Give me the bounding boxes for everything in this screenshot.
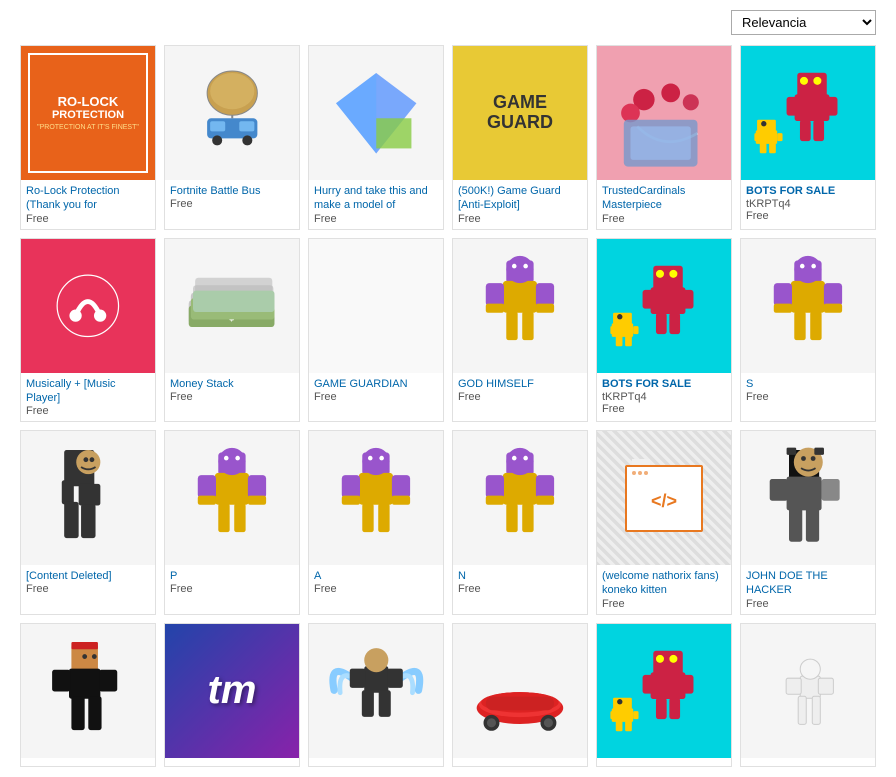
- item-info: [597, 758, 731, 766]
- item-info: AFree: [309, 565, 443, 599]
- item-info: [741, 758, 875, 766]
- model-card[interactable]: Fortnite Battle BusFree: [164, 45, 300, 230]
- model-card[interactable]: [596, 623, 732, 767]
- item-price: Free: [602, 598, 726, 610]
- model-card[interactable]: GAMEGUARD (500K!) Game Guard [Anti-Explo…: [452, 45, 588, 230]
- item-info: [453, 758, 587, 766]
- item-name[interactable]: Ro-Lock Protection (Thank you for: [26, 184, 150, 213]
- item-name[interactable]: P: [170, 569, 294, 583]
- item-price-free: Free: [746, 210, 870, 222]
- item-price: Free: [458, 213, 582, 225]
- item-name[interactable]: (welcome nathorix fans) koneko kitten: [602, 569, 726, 598]
- item-info: Musically + [Music Player]Free: [21, 373, 155, 422]
- model-card[interactable]: [452, 623, 588, 767]
- item-price: Free: [314, 391, 438, 403]
- item-info: [165, 758, 299, 766]
- item-info: JOHN DOE THE HACKERFree: [741, 565, 875, 614]
- item-price: Free: [170, 391, 294, 403]
- sort-select[interactable]: Relevancia Most Visited Most Favorited R…: [731, 10, 876, 35]
- item-name[interactable]: JOHN DOE THE HACKER: [746, 569, 870, 598]
- model-card[interactable]: NFree: [452, 430, 588, 615]
- item-name[interactable]: A: [314, 569, 438, 583]
- model-card[interactable]: GAME GUARDIANFree: [308, 238, 444, 423]
- model-card[interactable]: [Content Deleted]Free: [20, 430, 156, 615]
- model-card[interactable]: [20, 623, 156, 767]
- item-price: tKRPTq4: [602, 391, 726, 403]
- models-grid: RO-LOCK PROTECTION "PROTECTION AT IT'S F…: [20, 45, 876, 767]
- model-card[interactable]: tm: [164, 623, 300, 767]
- item-info: TrustedCardinals MasterpieceFree: [597, 180, 731, 229]
- model-card[interactable]: RO-LOCK PROTECTION "PROTECTION AT IT'S F…: [20, 45, 156, 230]
- model-card[interactable]: $ Money StackFree: [164, 238, 300, 423]
- item-info: SFree: [741, 373, 875, 407]
- model-card[interactable]: GOD HIMSELFFree: [452, 238, 588, 423]
- model-card[interactable]: [308, 623, 444, 767]
- item-price: Free: [746, 391, 870, 403]
- item-price: Free: [26, 405, 150, 417]
- item-name[interactable]: BOTS FOR SALE: [602, 377, 726, 391]
- model-card[interactable]: BOTS FOR SALEtKRPTq4Free: [740, 45, 876, 230]
- item-info: Fortnite Battle BusFree: [165, 180, 299, 214]
- item-info: Money StackFree: [165, 373, 299, 407]
- item-info: PFree: [165, 565, 299, 599]
- item-price: Free: [458, 391, 582, 403]
- item-info: BOTS FOR SALEtKRPTq4Free: [741, 180, 875, 226]
- item-info: GAME GUARDIANFree: [309, 373, 443, 407]
- item-info: NFree: [453, 565, 587, 599]
- item-info: [21, 758, 155, 766]
- model-card[interactable]: JOHN DOE THE HACKERFree: [740, 430, 876, 615]
- item-price: Free: [314, 213, 438, 225]
- model-card[interactable]: AFree: [308, 430, 444, 615]
- item-price: Free: [314, 583, 438, 595]
- item-name[interactable]: N: [458, 569, 582, 583]
- item-price: Free: [458, 583, 582, 595]
- item-name[interactable]: TrustedCardinals Masterpiece: [602, 184, 726, 213]
- item-price: tKRPTq4: [746, 198, 870, 210]
- item-price-free: Free: [602, 403, 726, 415]
- model-card[interactable]: [740, 623, 876, 767]
- item-info: (500K!) Game Guard [Anti-Exploit]Free: [453, 180, 587, 229]
- item-info: Hurry and take this and make a model ofF…: [309, 180, 443, 229]
- model-card[interactable]: BOTS FOR SALEtKRPTq4Free: [596, 238, 732, 423]
- item-name[interactable]: GOD HIMSELF: [458, 377, 582, 391]
- item-info: BOTS FOR SALEtKRPTq4Free: [597, 373, 731, 419]
- item-price: Free: [170, 198, 294, 210]
- item-price: Free: [26, 583, 150, 595]
- item-name[interactable]: Hurry and take this and make a model of: [314, 184, 438, 213]
- item-info: GOD HIMSELFFree: [453, 373, 587, 407]
- item-name[interactable]: GAME GUARDIAN: [314, 377, 438, 391]
- model-card[interactable]: TrustedCardinals MasterpieceFree: [596, 45, 732, 230]
- item-name[interactable]: [Content Deleted]: [26, 569, 150, 583]
- item-price: Free: [26, 213, 150, 225]
- item-info: [Content Deleted]Free: [21, 565, 155, 599]
- model-card[interactable]: Musically + [Music Player]Free: [20, 238, 156, 423]
- item-name[interactable]: Fortnite Battle Bus: [170, 184, 294, 198]
- model-card[interactable]: PFree: [164, 430, 300, 615]
- item-info: Ro-Lock Protection (Thank you forFree: [21, 180, 155, 229]
- item-info: [309, 758, 443, 766]
- item-price: Free: [602, 213, 726, 225]
- item-price: Free: [746, 598, 870, 610]
- model-card[interactable]: Hurry and take this and make a model ofF…: [308, 45, 444, 230]
- item-info: (welcome nathorix fans) koneko kittenFre…: [597, 565, 731, 614]
- item-name[interactable]: BOTS FOR SALE: [746, 184, 870, 198]
- sort-controls: Relevancia Most Visited Most Favorited R…: [725, 10, 876, 35]
- model-card[interactable]: SFree: [740, 238, 876, 423]
- item-name[interactable]: Musically + [Music Player]: [26, 377, 150, 406]
- model-card[interactable]: </> (welcome nathorix fans) koneko kitte…: [596, 430, 732, 615]
- item-price: Free: [170, 583, 294, 595]
- item-name[interactable]: S: [746, 377, 870, 391]
- item-name[interactable]: Money Stack: [170, 377, 294, 391]
- item-name[interactable]: (500K!) Game Guard [Anti-Exploit]: [458, 184, 582, 213]
